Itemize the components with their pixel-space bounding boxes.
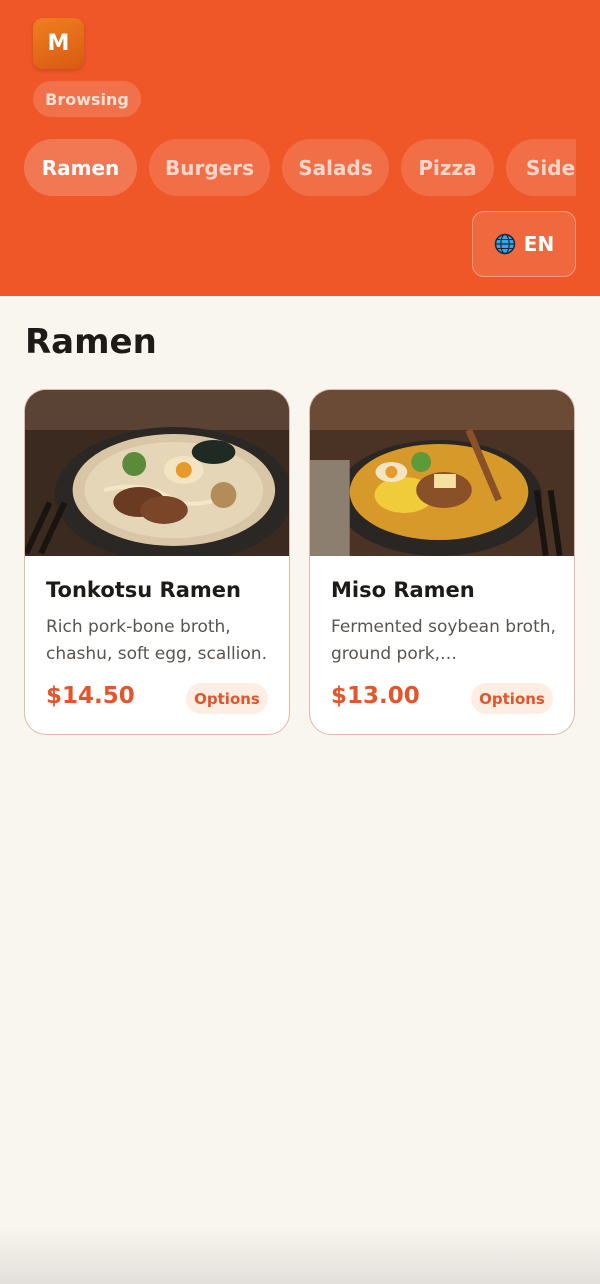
tab-ramen[interactable]: Ramen (24, 139, 137, 196)
options-label: Options (194, 689, 260, 708)
item-name: Miso Ramen (331, 578, 475, 602)
tab-burgers[interactable]: Burgers (149, 139, 270, 196)
item-name: Tonkotsu Ramen (46, 578, 241, 602)
status-badge: Browsing (33, 81, 141, 117)
logo-letter: M (47, 31, 70, 56)
item-description: Fermented soybean broth, ground pork,… (331, 617, 556, 664)
section-title: Ramen (25, 322, 157, 362)
item-price: $14.50 (46, 683, 135, 709)
tab-sides[interactable]: Sides (506, 139, 576, 196)
language-label: EN (523, 232, 555, 256)
tab-pizza[interactable]: Pizza (401, 139, 494, 196)
bottom-shadow (0, 1224, 600, 1284)
tab-label: Pizza (418, 155, 477, 180)
item-price: $13.00 (331, 683, 420, 709)
tab-label: Sides (526, 155, 576, 180)
options-label: Options (479, 689, 545, 708)
menu-item-card[interactable]: Tonkotsu Ramen Rich pork-bone broth, cha… (24, 389, 290, 735)
menu-item-card[interactable]: Miso Ramen Fermented soybean broth, grou… (309, 389, 575, 735)
tab-label: Ramen (41, 155, 120, 180)
options-button[interactable]: Options (186, 683, 268, 714)
language-button[interactable]: EN (472, 211, 576, 277)
food-image (310, 390, 574, 556)
tab-salads[interactable]: Salads (282, 139, 389, 196)
app-header: M Browsing Ramen Burgers Salads Pizza Si… (0, 0, 600, 296)
globe-icon (494, 233, 516, 255)
category-tabs: Ramen Burgers Salads Pizza Sides (24, 139, 576, 196)
status-label: Browsing (45, 89, 129, 109)
food-image (25, 390, 289, 556)
logo: M (33, 18, 84, 69)
tab-label: Burgers (165, 155, 254, 180)
item-description: Rich pork-bone broth, chashu, soft egg, … (46, 617, 267, 664)
options-button[interactable]: Options (471, 683, 553, 714)
tab-label: Salads (298, 155, 373, 180)
